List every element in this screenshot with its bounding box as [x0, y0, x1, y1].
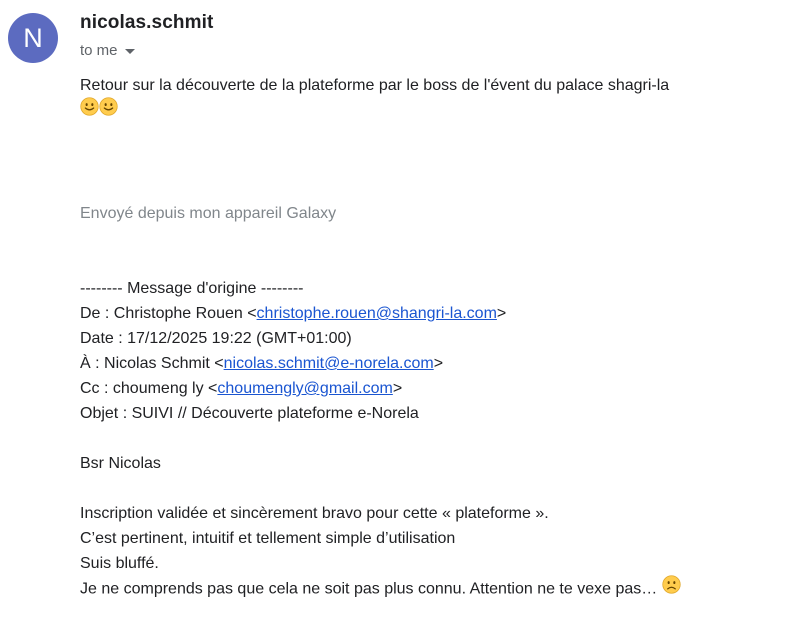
from-email-link[interactable]: christophe.rouen@shangri-la.com	[257, 305, 497, 322]
emoji-line	[80, 97, 780, 124]
forwarded-date: Date : 17/12/2025 19:22 (GMT+01:00)	[80, 330, 352, 347]
slightly-frowning-face-icon	[662, 575, 681, 602]
message-line: Retour sur la découverte de la plateform…	[80, 77, 670, 94]
forwarded-greeting: Bsr Nicolas	[80, 455, 161, 472]
forwarded-to: À : Nicolas Schmit <nicolas.schmit@e-nor…	[80, 351, 790, 376]
cc-suffix: >	[392, 380, 403, 397]
to-suffix: >	[433, 355, 444, 372]
email-signature: Envoyé depuis mon appareil Galaxy	[80, 205, 337, 222]
forwarded-header: -------- Message d'origine --------	[80, 280, 304, 297]
to-email-link[interactable]: nicolas.schmit@e-norela.com	[224, 355, 434, 372]
message-body: Retour sur la découverte de la plateform…	[80, 73, 780, 123]
forwarded-paragraph-text: Je ne comprends pas que cela ne soit pas…	[80, 580, 662, 598]
forwarded-from: De : Christophe Rouen <christophe.rouen@…	[80, 301, 790, 326]
slightly-smiling-face-icon	[99, 97, 118, 124]
sender-name[interactable]: nicolas.schmit	[80, 12, 213, 34]
cc-prefix: Cc : choumeng ly <	[80, 380, 218, 397]
avatar[interactable]: N	[8, 13, 58, 63]
forwarded-paragraph: C’est pertinent, intuitif et tellement s…	[80, 530, 456, 547]
forwarded-cc: Cc : choumeng ly <choumengly@gmail.com>	[80, 376, 790, 401]
forwarded-paragraph-last: Je ne comprends pas que cela ne soit pas…	[80, 575, 790, 602]
forwarded-paragraph: Suis bluffé.	[80, 555, 159, 572]
recipient-label: to me	[80, 41, 118, 59]
forwarded-message: -------- Message d'origine -------- De :…	[80, 276, 790, 601]
from-suffix: >	[496, 305, 507, 322]
forwarded-subject: Objet : SUIVI // Découverte plateforme e…	[80, 405, 419, 422]
to-prefix: À : Nicolas Schmit <	[80, 355, 224, 372]
chevron-down-icon[interactable]	[124, 48, 135, 54]
from-prefix: De : Christophe Rouen <	[80, 305, 257, 322]
forwarded-paragraph: Inscription validée et sincèrement bravo…	[80, 505, 549, 522]
recipient-details-toggle[interactable]: to me	[80, 41, 135, 59]
cc-email-link[interactable]: choumengly@gmail.com	[217, 380, 392, 397]
slightly-smiling-face-icon	[80, 97, 99, 124]
